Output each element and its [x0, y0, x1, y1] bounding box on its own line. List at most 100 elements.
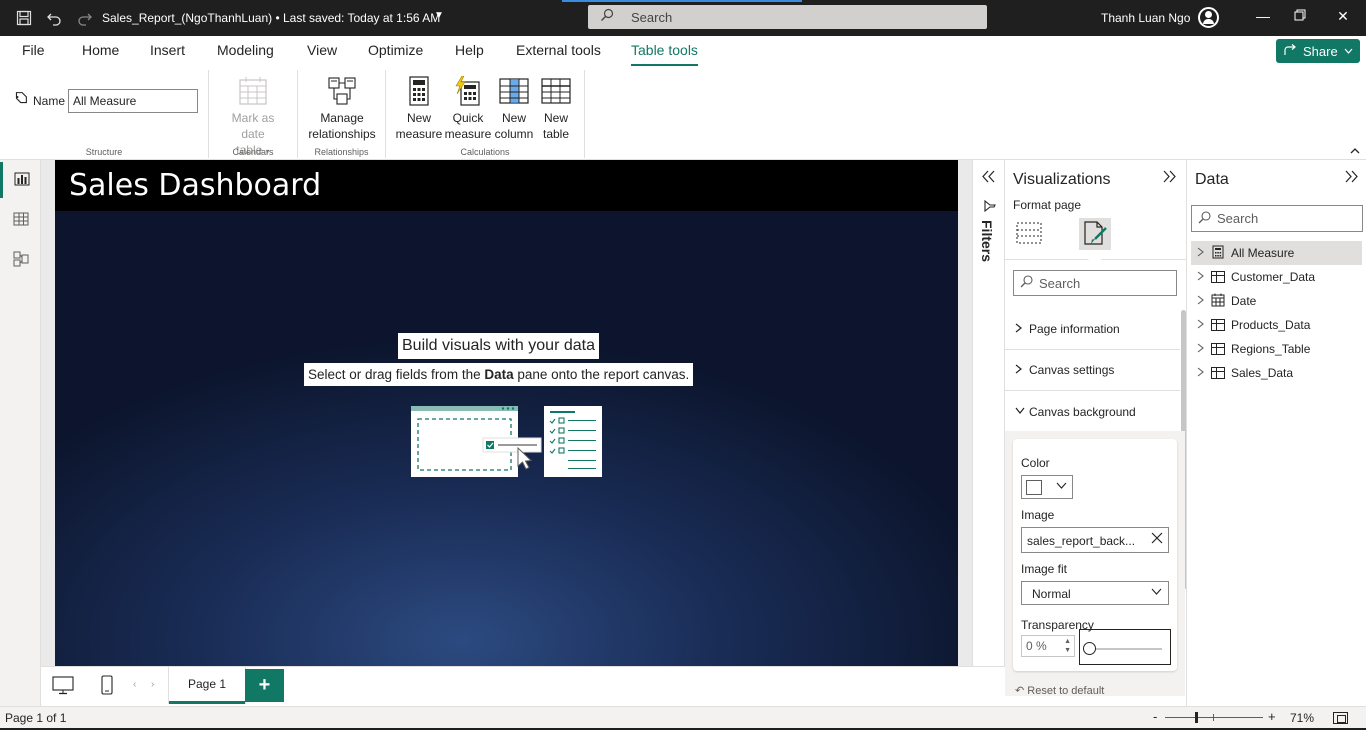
chevron-down-icon — [1151, 586, 1162, 598]
fit-to-page-icon[interactable] — [1333, 712, 1348, 724]
reset-to-default-link[interactable]: ↶ Reset to default — [1015, 684, 1104, 697]
data-pane-title: Data — [1195, 171, 1229, 188]
add-page-button[interactable]: + — [245, 669, 284, 702]
format-visual-tab[interactable] — [1079, 218, 1111, 260]
view-rail — [0, 160, 41, 706]
tab-insert[interactable]: Insert — [150, 42, 185, 58]
zoom-in-button[interactable]: + — [1268, 709, 1276, 724]
table-item-customer-data[interactable]: Customer_Data — [1191, 265, 1362, 289]
quick-measure-button[interactable]: Quick measure — [444, 75, 492, 142]
paintbrush-page-icon — [1082, 220, 1108, 249]
mobile-layout-icon[interactable] — [101, 675, 113, 698]
next-page-icon[interactable]: › — [151, 679, 154, 690]
name-field[interactable] — [68, 89, 198, 113]
page-tab[interactable]: Page 1 — [169, 667, 245, 704]
table-item-products-data[interactable]: Products_Data — [1191, 313, 1362, 337]
transparency-slider[interactable] — [1079, 629, 1171, 665]
tab-help[interactable]: Help — [455, 42, 484, 58]
chevron-right-icon — [1197, 247, 1205, 260]
chevron-right-icon — [1015, 323, 1023, 336]
ribbon-collapse-icon[interactable] — [1350, 146, 1360, 157]
visualizations-pane: Visualizations Format page Search Page i… — [1005, 160, 1186, 706]
table-item-all-measure[interactable]: All Measure — [1191, 241, 1362, 265]
table-item-sales-data[interactable]: Sales_Data — [1191, 361, 1362, 385]
table-item-label: Date — [1231, 294, 1257, 308]
clear-image-icon[interactable] — [1150, 531, 1164, 549]
section-canvas-background[interactable]: Canvas background — [1005, 391, 1180, 432]
format-search-box[interactable]: Search — [1013, 270, 1177, 296]
title-search-placeholder: Search — [631, 10, 673, 25]
new-table-button[interactable]: New table — [536, 76, 576, 142]
table-view-icon — [13, 212, 29, 229]
redo-icon[interactable] — [75, 8, 95, 28]
share-icon — [1284, 43, 1297, 59]
model-view-button[interactable] — [0, 242, 41, 278]
desktop-layout-icon[interactable] — [52, 675, 74, 698]
zoom-level: 71% — [1290, 711, 1315, 725]
slider-thumb[interactable] — [1083, 642, 1096, 655]
previous-page-icon[interactable]: ‹ — [133, 679, 136, 690]
tag-icon — [12, 92, 28, 109]
menu-bar: File Home Insert Modeling View Optimize … — [0, 36, 1366, 67]
image-fit-dropdown[interactable]: Normal — [1021, 581, 1169, 605]
undo-icon[interactable] — [44, 8, 64, 28]
transparency-value: 0 % — [1026, 639, 1047, 653]
collapse-visualizations-icon[interactable] — [1163, 170, 1176, 187]
tab-home[interactable]: Home — [82, 42, 119, 58]
quick-measure-label-1: Quick — [452, 111, 484, 125]
report-canvas[interactable]: Sales Dashboard Build visuals with your … — [55, 160, 958, 666]
name-label-text: Name — [33, 93, 66, 108]
format-page-label: Format page — [1013, 198, 1082, 212]
table-view-button[interactable] — [0, 202, 41, 238]
table-item-regions-table[interactable]: Regions_Table — [1191, 337, 1362, 361]
expand-filters-icon[interactable] — [982, 170, 995, 187]
image-file-field[interactable]: sales_report_back... — [1021, 527, 1169, 553]
section-page-information[interactable]: Page information — [1005, 309, 1180, 350]
report-title[interactable]: Sales Dashboard — [69, 168, 321, 203]
close-icon[interactable]: ✕ — [1332, 8, 1354, 28]
build-visual-tab[interactable] — [1013, 218, 1045, 250]
document-title[interactable]: Sales_Report_(NgoThanhLuan) • Last saved… — [102, 11, 440, 25]
table-item-label: Products_Data — [1231, 318, 1311, 332]
table-item-label: All Measure — [1231, 246, 1295, 260]
zoom-slider-thumb[interactable] — [1195, 712, 1198, 723]
color-picker[interactable] — [1021, 475, 1073, 499]
section-canvas-settings[interactable]: Canvas settings — [1005, 350, 1180, 391]
report-view-button[interactable] — [0, 162, 41, 198]
zoom-slider-track[interactable] — [1165, 717, 1263, 718]
user-name[interactable]: Thanh Luan Ngo — [1101, 11, 1190, 25]
collapse-data-icon[interactable] — [1345, 170, 1358, 187]
new-measure-button[interactable]: New measure — [394, 76, 444, 142]
manage-relationships-label-1: Manage — [320, 111, 364, 125]
restore-icon[interactable] — [1289, 8, 1311, 28]
table-icon — [1211, 367, 1225, 379]
title-dropdown-icon[interactable]: ▼ — [434, 10, 444, 21]
stepper-icon[interactable]: ▲ ▼ — [1064, 637, 1071, 655]
page-count: Page 1 of 1 — [5, 711, 67, 725]
new-column-button[interactable]: New column — [492, 76, 536, 142]
tab-modeling[interactable]: Modeling — [217, 42, 274, 58]
transparency-input[interactable]: 0 % ▲ ▼ — [1021, 635, 1075, 657]
placeholder-sub-bold: Data — [484, 367, 514, 382]
data-search-box[interactable]: Search — [1191, 205, 1363, 232]
image-fit-label: Image fit — [1021, 562, 1068, 576]
save-icon[interactable] — [14, 8, 34, 28]
quick-measure-icon — [453, 75, 483, 106]
table-item-label: Regions_Table — [1231, 342, 1311, 356]
share-button[interactable]: Share — [1276, 39, 1360, 63]
tab-view[interactable]: View — [307, 42, 337, 58]
minimize-icon[interactable]: — — [1252, 8, 1274, 28]
filters-pane-collapsed[interactable]: Filters — [972, 160, 1005, 666]
page-tab-label: Page 1 — [187, 677, 227, 691]
tab-external-tools[interactable]: External tools — [516, 42, 601, 58]
user-avatar-icon[interactable] — [1198, 7, 1219, 28]
chevron-right-icon — [1197, 367, 1205, 380]
manage-relationships-button[interactable]: Manage relationships — [306, 76, 378, 142]
table-item-date[interactable]: Date — [1191, 289, 1362, 313]
tab-optimize[interactable]: Optimize — [368, 42, 423, 58]
tab-file[interactable]: File — [22, 42, 45, 58]
zoom-out-button[interactable]: - — [1153, 709, 1157, 724]
title-search-box[interactable]: Search — [588, 5, 987, 29]
tab-table-tools[interactable]: Table tools — [631, 42, 698, 67]
name-label: Name — [12, 92, 65, 109]
